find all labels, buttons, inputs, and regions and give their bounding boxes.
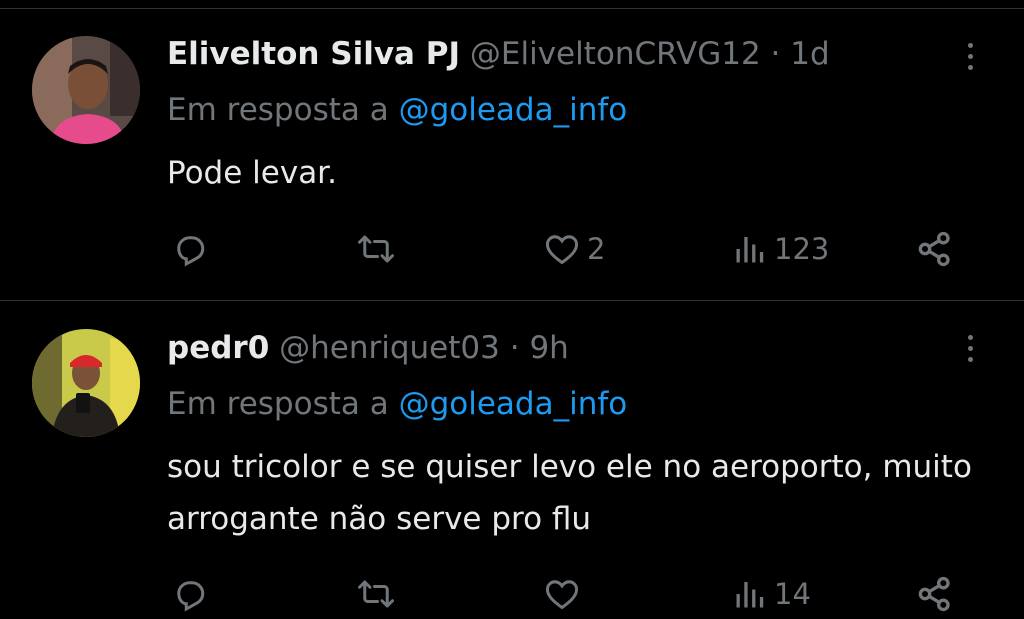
timestamp[interactable]: 1d <box>790 36 829 72</box>
share-button[interactable] <box>915 569 955 619</box>
like-button[interactable]: 2 <box>543 224 605 274</box>
tweet-header: Elivelton Silva PJ @EliveltonCRVG12 · 1d <box>167 34 830 74</box>
views-icon <box>736 237 764 263</box>
views-icon <box>736 582 764 608</box>
timestamp[interactable]: 9h <box>529 330 568 366</box>
action-bar: 14 <box>0 569 1024 619</box>
views-button[interactable]: 14 <box>732 569 811 619</box>
separator: · <box>509 330 520 366</box>
avatar[interactable] <box>32 329 140 437</box>
heart-icon <box>545 580 579 610</box>
action-bar: 2 123 <box>0 224 1024 274</box>
reply-prefix: Em resposta a <box>167 92 389 128</box>
reply-context: Em resposta a @goleada_info <box>167 384 627 424</box>
separator: · <box>770 36 781 72</box>
reply-mention-link[interactable]: @goleada_info <box>399 92 628 128</box>
view-count: 123 <box>774 232 830 266</box>
tweet-text: Pode levar. <box>167 155 337 191</box>
user-handle[interactable]: @EliveltonCRVG12 <box>470 36 761 72</box>
heart-icon <box>545 235 579 265</box>
user-handle[interactable]: @henriquet03 <box>279 330 500 366</box>
more-icon[interactable] <box>958 332 982 368</box>
retweet-button[interactable] <box>358 224 400 274</box>
avatar[interactable] <box>32 36 140 144</box>
reply-prefix: Em resposta a <box>167 386 389 422</box>
view-count: 14 <box>774 577 811 611</box>
tweet-text: sou tricolor e se quiser levo ele no aer… <box>167 449 972 537</box>
reply-icon <box>177 236 205 267</box>
reply-button[interactable] <box>172 569 214 619</box>
reply-button[interactable] <box>172 224 214 274</box>
like-button[interactable] <box>543 569 587 619</box>
avatar-image <box>32 36 140 144</box>
tweet-reply[interactable]: Elivelton Silva PJ @EliveltonCRVG12 · 1d… <box>0 0 1024 300</box>
share-icon <box>918 231 950 267</box>
reply-context: Em resposta a @goleada_info <box>167 90 627 130</box>
display-name[interactable]: pedr0 <box>167 330 269 366</box>
avatar-image <box>32 329 140 437</box>
retweet-icon <box>358 235 394 263</box>
share-icon <box>918 576 950 612</box>
reply-icon <box>177 581 205 612</box>
reply-mention-link[interactable]: @goleada_info <box>399 386 628 422</box>
more-icon[interactable] <box>958 40 982 76</box>
tweet-header: pedr0 @henriquet03 · 9h <box>167 328 569 368</box>
like-count: 2 <box>587 232 606 266</box>
views-button[interactable]: 123 <box>732 224 829 274</box>
retweet-icon <box>358 580 394 608</box>
retweet-button[interactable] <box>358 569 400 619</box>
tweet-reply[interactable]: pedr0 @henriquet03 · 9h Em resposta a @g… <box>0 301 1024 615</box>
share-button[interactable] <box>915 224 955 274</box>
display-name[interactable]: Elivelton Silva PJ <box>167 36 460 72</box>
